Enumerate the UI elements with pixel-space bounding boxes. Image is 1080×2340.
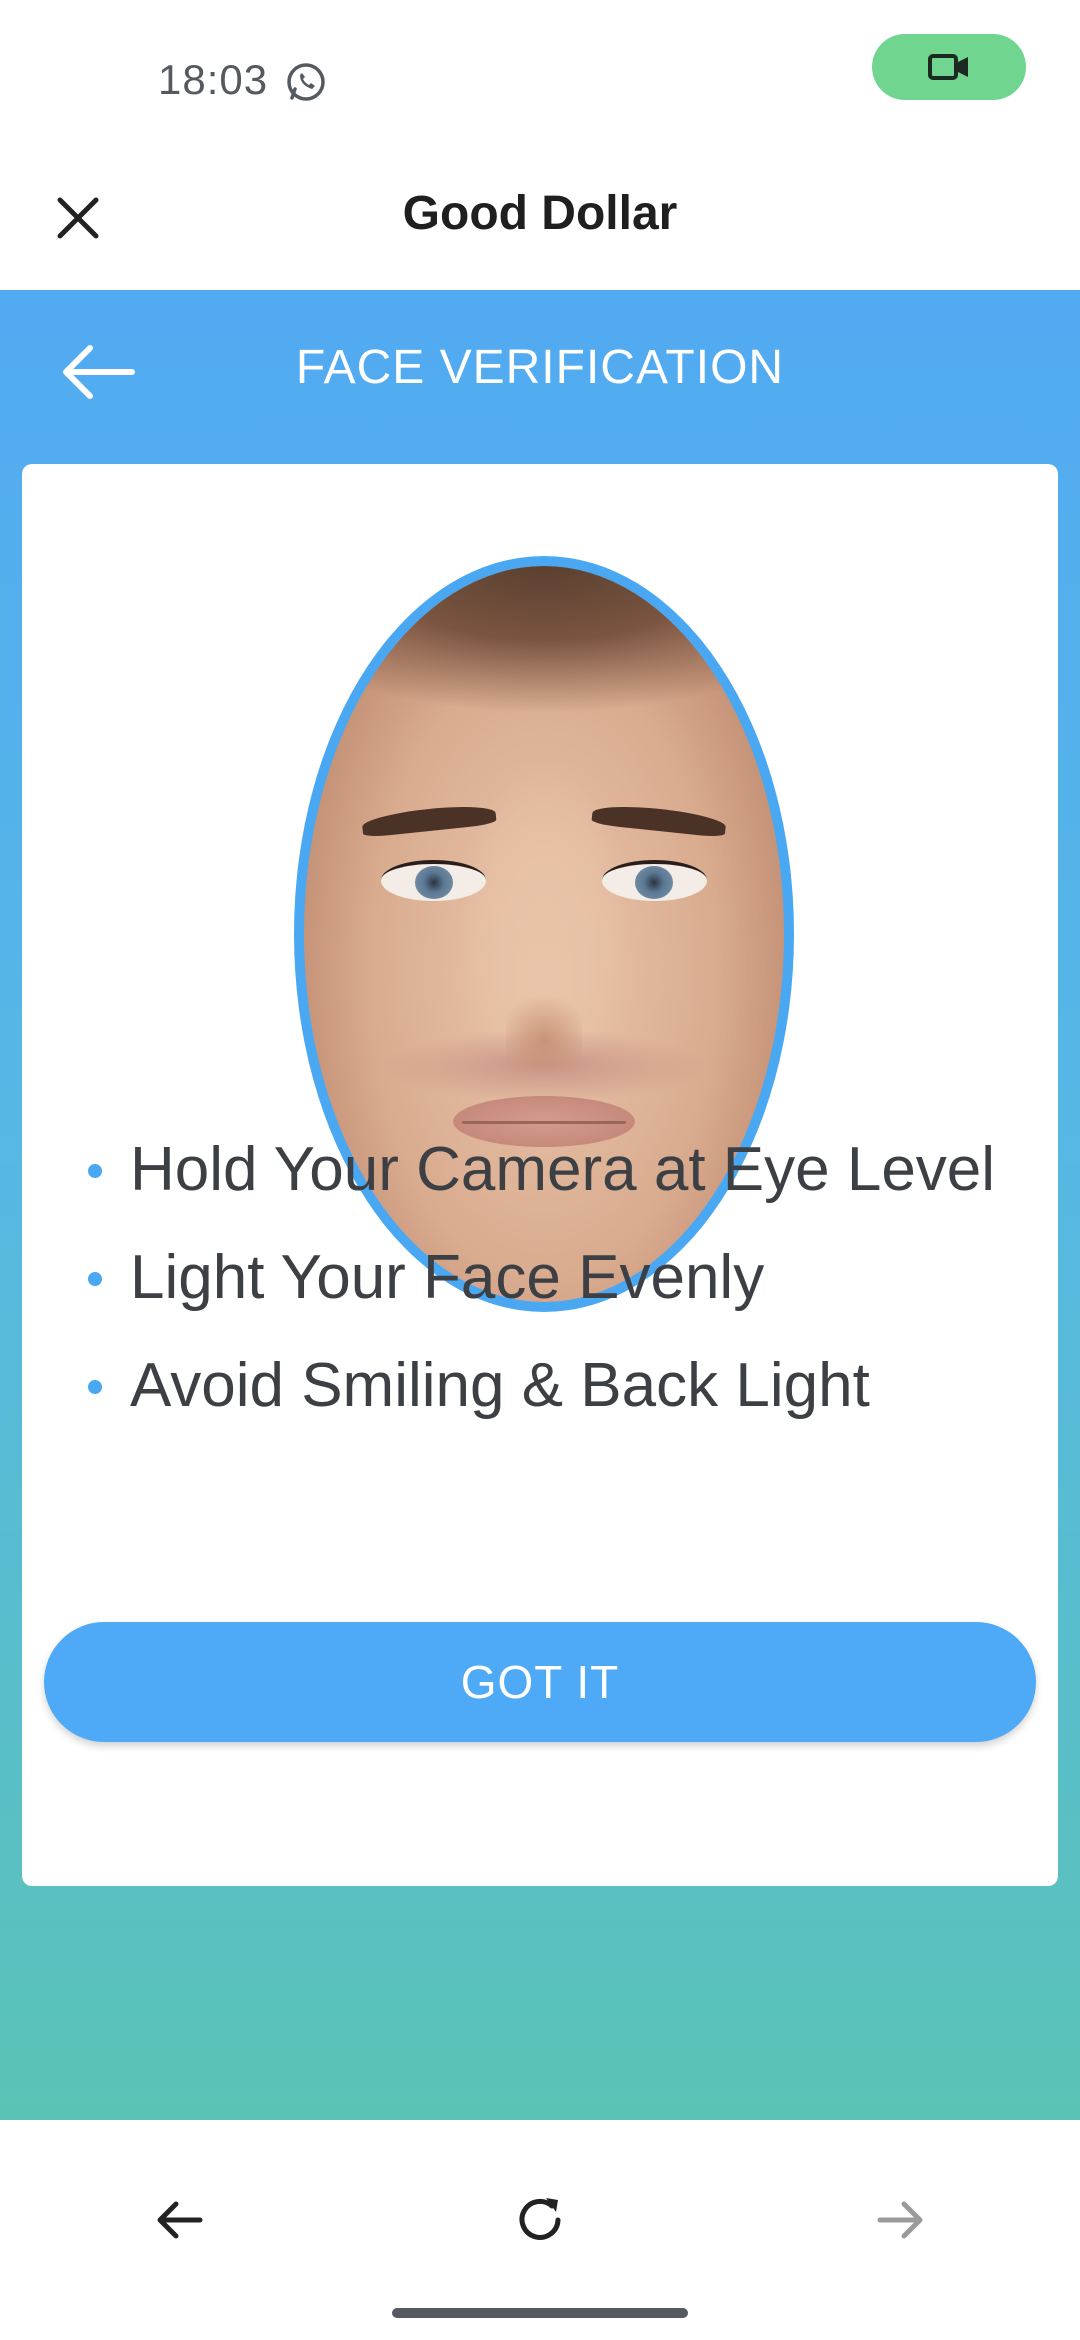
instructions-card: Hold Your Camera at Eye Level Light Your… xyxy=(22,464,1058,1886)
video-camera-icon xyxy=(928,54,968,80)
hair-shape xyxy=(304,566,784,714)
camera-indicator[interactable] xyxy=(872,34,1026,100)
tip-item: Avoid Smiling & Back Light xyxy=(88,1350,995,1458)
verification-header: FACE VERIFICATION xyxy=(0,290,1080,460)
arrow-left-icon xyxy=(157,2201,203,2239)
nav-back-button[interactable] xyxy=(150,2190,210,2250)
tip-item: Hold Your Camera at Eye Level xyxy=(88,1134,995,1242)
page-title: FACE VERIFICATION xyxy=(295,341,785,394)
app-header: Good Dollar xyxy=(0,150,1080,290)
verification-section: FACE VERIFICATION Hold Your Camera at Ey… xyxy=(0,290,1080,2120)
tip-item: Light Your Face Evenly xyxy=(88,1242,995,1350)
tip-text: Avoid Smiling & Back Light xyxy=(130,1351,870,1420)
nav-reload-button[interactable] xyxy=(510,2190,570,2250)
lip-line xyxy=(462,1120,626,1124)
left-eyebrow xyxy=(360,801,497,838)
status-bar: 18:03 xyxy=(0,0,1080,150)
browser-nav-bar xyxy=(0,2120,1080,2340)
left-eye xyxy=(380,860,487,901)
status-time: 18:03 xyxy=(158,56,269,103)
right-eye xyxy=(601,860,708,901)
arrow-right-icon xyxy=(877,2201,923,2239)
tip-text: Light Your Face Evenly xyxy=(130,1243,765,1312)
bullet-icon xyxy=(88,1272,102,1286)
bullet-icon xyxy=(88,1380,102,1394)
bullet-icon xyxy=(88,1164,102,1178)
nose xyxy=(505,904,583,1067)
tips-list: Hold Your Camera at Eye Level Light Your… xyxy=(88,1134,995,1458)
right-eyebrow xyxy=(591,801,728,838)
nav-forward-button[interactable] xyxy=(870,2190,930,2250)
app-title: Good Dollar xyxy=(402,187,678,240)
home-indicator[interactable] xyxy=(392,2308,688,2318)
whatsapp-icon xyxy=(284,60,328,104)
tip-text: Hold Your Camera at Eye Level xyxy=(130,1135,996,1204)
got-it-button[interactable]: GOT IT xyxy=(44,1622,1036,1742)
reload-icon xyxy=(519,2198,561,2240)
